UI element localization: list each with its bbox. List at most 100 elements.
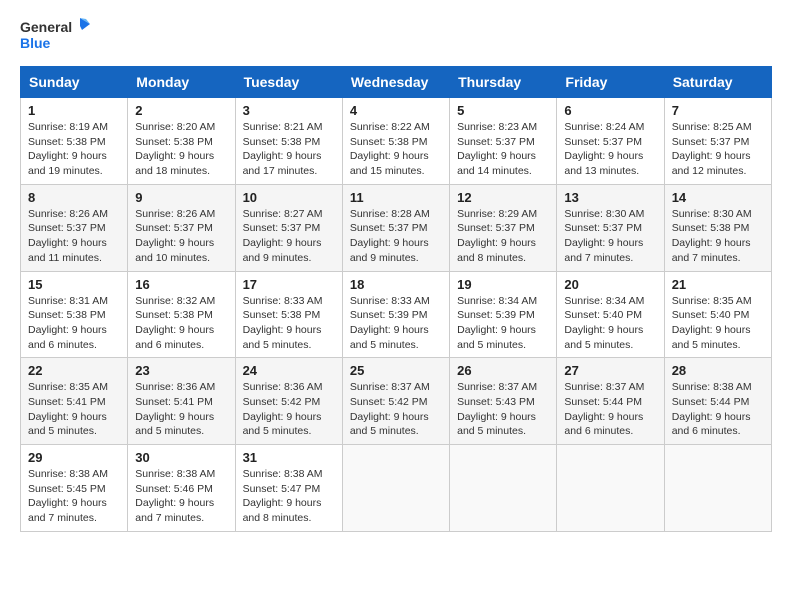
header-cell-tuesday: Tuesday	[235, 67, 342, 98]
calendar-cell: 23 Sunrise: 8:36 AM Sunset: 5:41 PM Dayli…	[128, 358, 235, 445]
day-info: Sunrise: 8:27 AM Sunset: 5:37 PM Dayligh…	[243, 207, 335, 266]
calendar-cell: 7 Sunrise: 8:25 AM Sunset: 5:37 PM Daylig…	[664, 98, 771, 185]
day-number: 23	[135, 363, 227, 378]
day-number: 16	[135, 277, 227, 292]
day-info: Sunrise: 8:24 AM Sunset: 5:37 PM Dayligh…	[564, 120, 656, 179]
calendar-cell: 14Sunrise: 8:30 AM Sunset: 5:38 PM Dayli…	[664, 184, 771, 271]
day-number: 5	[457, 103, 549, 118]
calendar-header-row: SundayMondayTuesdayWednesdayThursdayFrid…	[21, 67, 772, 98]
calendar-cell: 11Sunrise: 8:28 AM Sunset: 5:37 PM Dayli…	[342, 184, 449, 271]
day-number: 31	[243, 450, 335, 465]
day-number: 21	[672, 277, 764, 292]
day-number: 8	[28, 190, 120, 205]
day-info: Sunrise: 8:38 AM Sunset: 5:46 PM Dayligh…	[135, 467, 227, 526]
svg-text:General: General	[20, 19, 72, 35]
header-cell-wednesday: Wednesday	[342, 67, 449, 98]
day-number: 6	[564, 103, 656, 118]
day-number: 3	[243, 103, 335, 118]
day-info: Sunrise: 8:31 AM Sunset: 5:38 PM Dayligh…	[28, 294, 120, 353]
day-number: 17	[243, 277, 335, 292]
calendar-body: 1 Sunrise: 8:19 AM Sunset: 5:38 PM Daylig…	[21, 98, 772, 532]
calendar-cell: 13 Sunrise: 8:30 AM Sunset: 5:37 PM Dayli…	[557, 184, 664, 271]
day-info: Sunrise: 8:34 AM Sunset: 5:40 PM Dayligh…	[564, 294, 656, 353]
calendar-cell: 29Sunrise: 8:38 AM Sunset: 5:45 PM Dayli…	[21, 445, 128, 532]
svg-text:Blue: Blue	[20, 35, 51, 51]
calendar-cell: 16 Sunrise: 8:32 AM Sunset: 5:38 PM Dayli…	[128, 271, 235, 358]
day-number: 24	[243, 363, 335, 378]
calendar-cell: 1 Sunrise: 8:19 AM Sunset: 5:38 PM Daylig…	[21, 98, 128, 185]
day-number: 2	[135, 103, 227, 118]
header: General Blue	[20, 16, 772, 58]
day-number: 14	[672, 190, 764, 205]
day-number: 15	[28, 277, 120, 292]
day-number: 22	[28, 363, 120, 378]
calendar-cell: 19 Sunrise: 8:34 AM Sunset: 5:39 PM Dayli…	[450, 271, 557, 358]
logo: General Blue	[20, 16, 90, 58]
calendar-cell: 9 Sunrise: 8:26 AM Sunset: 5:37 PM Daylig…	[128, 184, 235, 271]
day-info: Sunrise: 8:36 AM Sunset: 5:42 PM Dayligh…	[243, 380, 335, 439]
calendar-cell: 28Sunrise: 8:38 AM Sunset: 5:44 PM Dayli…	[664, 358, 771, 445]
week-row: 29Sunrise: 8:38 AM Sunset: 5:45 PM Dayli…	[21, 445, 772, 532]
day-number: 7	[672, 103, 764, 118]
day-number: 13	[564, 190, 656, 205]
calendar-cell: 4 Sunrise: 8:22 AM Sunset: 5:38 PM Daylig…	[342, 98, 449, 185]
day-info: Sunrise: 8:35 AM Sunset: 5:41 PM Dayligh…	[28, 380, 120, 439]
day-info: Sunrise: 8:35 AM Sunset: 5:40 PM Dayligh…	[672, 294, 764, 353]
logo-svg: General Blue	[20, 16, 90, 58]
calendar-cell: 3Sunrise: 8:21 AM Sunset: 5:38 PM Daylig…	[235, 98, 342, 185]
day-number: 25	[350, 363, 442, 378]
calendar-cell	[342, 445, 449, 532]
day-info: Sunrise: 8:23 AM Sunset: 5:37 PM Dayligh…	[457, 120, 549, 179]
day-number: 1	[28, 103, 120, 118]
day-number: 10	[243, 190, 335, 205]
day-info: Sunrise: 8:25 AM Sunset: 5:37 PM Dayligh…	[672, 120, 764, 179]
day-info: Sunrise: 8:26 AM Sunset: 5:37 PM Dayligh…	[28, 207, 120, 266]
day-number: 12	[457, 190, 549, 205]
day-number: 4	[350, 103, 442, 118]
calendar-cell: 10 Sunrise: 8:27 AM Sunset: 5:37 PM Dayli…	[235, 184, 342, 271]
calendar-cell: 25 Sunrise: 8:37 AM Sunset: 5:42 PM Dayli…	[342, 358, 449, 445]
day-number: 27	[564, 363, 656, 378]
header-cell-friday: Friday	[557, 67, 664, 98]
day-info: Sunrise: 8:26 AM Sunset: 5:37 PM Dayligh…	[135, 207, 227, 266]
header-cell-sunday: Sunday	[21, 67, 128, 98]
day-info: Sunrise: 8:19 AM Sunset: 5:38 PM Dayligh…	[28, 120, 120, 179]
day-number: 19	[457, 277, 549, 292]
calendar-cell: 20 Sunrise: 8:34 AM Sunset: 5:40 PM Dayli…	[557, 271, 664, 358]
day-number: 9	[135, 190, 227, 205]
day-info: Sunrise: 8:38 AM Sunset: 5:47 PM Dayligh…	[243, 467, 335, 526]
calendar-cell: 26Sunrise: 8:37 AM Sunset: 5:43 PM Dayli…	[450, 358, 557, 445]
day-number: 20	[564, 277, 656, 292]
day-number: 26	[457, 363, 549, 378]
calendar-cell: 22 Sunrise: 8:35 AM Sunset: 5:41 PM Dayli…	[21, 358, 128, 445]
calendar-cell: 15 Sunrise: 8:31 AM Sunset: 5:38 PM Dayli…	[21, 271, 128, 358]
day-info: Sunrise: 8:34 AM Sunset: 5:39 PM Dayligh…	[457, 294, 549, 353]
calendar-cell: 5 Sunrise: 8:23 AM Sunset: 5:37 PM Daylig…	[450, 98, 557, 185]
day-number: 29	[28, 450, 120, 465]
day-info: Sunrise: 8:37 AM Sunset: 5:42 PM Dayligh…	[350, 380, 442, 439]
day-number: 18	[350, 277, 442, 292]
header-cell-saturday: Saturday	[664, 67, 771, 98]
day-info: Sunrise: 8:32 AM Sunset: 5:38 PM Dayligh…	[135, 294, 227, 353]
week-row: 22 Sunrise: 8:35 AM Sunset: 5:41 PM Dayli…	[21, 358, 772, 445]
day-info: Sunrise: 8:36 AM Sunset: 5:41 PM Dayligh…	[135, 380, 227, 439]
day-info: Sunrise: 8:33 AM Sunset: 5:38 PM Dayligh…	[243, 294, 335, 353]
calendar-cell: 6 Sunrise: 8:24 AM Sunset: 5:37 PM Daylig…	[557, 98, 664, 185]
calendar: SundayMondayTuesdayWednesdayThursdayFrid…	[20, 66, 772, 532]
calendar-cell: 24 Sunrise: 8:36 AM Sunset: 5:42 PM Dayli…	[235, 358, 342, 445]
day-info: Sunrise: 8:29 AM Sunset: 5:37 PM Dayligh…	[457, 207, 549, 266]
header-cell-thursday: Thursday	[450, 67, 557, 98]
calendar-cell: 21 Sunrise: 8:35 AM Sunset: 5:40 PM Dayli…	[664, 271, 771, 358]
day-info: Sunrise: 8:30 AM Sunset: 5:37 PM Dayligh…	[564, 207, 656, 266]
calendar-cell: 31 Sunrise: 8:38 AM Sunset: 5:47 PM Dayli…	[235, 445, 342, 532]
calendar-cell	[557, 445, 664, 532]
calendar-cell: 8 Sunrise: 8:26 AM Sunset: 5:37 PM Daylig…	[21, 184, 128, 271]
day-number: 11	[350, 190, 442, 205]
week-row: 15 Sunrise: 8:31 AM Sunset: 5:38 PM Dayli…	[21, 271, 772, 358]
day-info: Sunrise: 8:22 AM Sunset: 5:38 PM Dayligh…	[350, 120, 442, 179]
header-cell-monday: Monday	[128, 67, 235, 98]
calendar-cell: 2Sunrise: 8:20 AM Sunset: 5:38 PM Daylig…	[128, 98, 235, 185]
calendar-cell: 18Sunrise: 8:33 AM Sunset: 5:39 PM Dayli…	[342, 271, 449, 358]
calendar-cell	[664, 445, 771, 532]
week-row: 1 Sunrise: 8:19 AM Sunset: 5:38 PM Daylig…	[21, 98, 772, 185]
